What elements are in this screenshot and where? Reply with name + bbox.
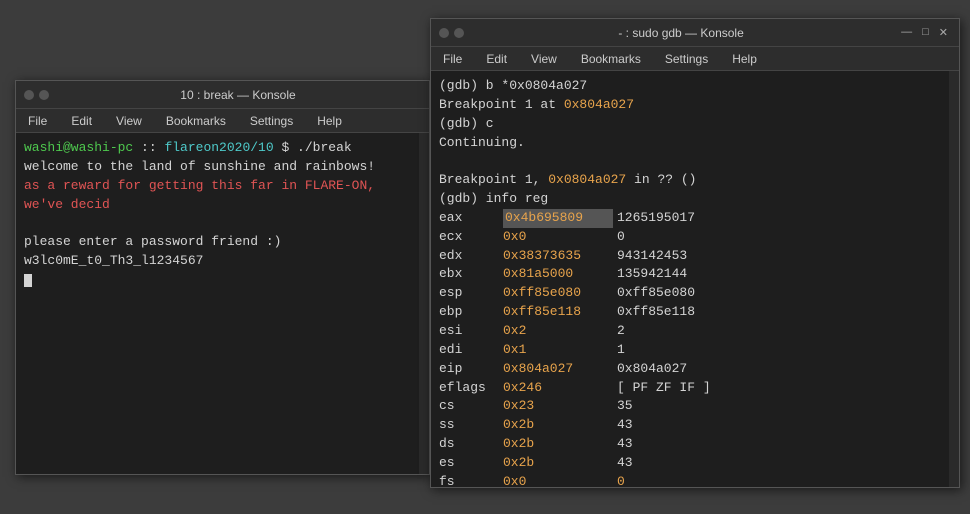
window-dots-2 [439, 28, 464, 38]
dot-2 [39, 90, 49, 100]
menu-edit-1[interactable]: Edit [67, 112, 96, 130]
minimize-btn[interactable]: — [898, 26, 915, 39]
titlebar-2: - : sudo gdb — Konsole — □ ✕ [431, 19, 959, 47]
terminal-line-reward: as a reward for getting this far in FLAR… [24, 177, 411, 215]
menu-view-1[interactable]: View [112, 112, 146, 130]
reg-edx: edx 0x38373635 943142453 [439, 247, 941, 266]
reg-esi: esi 0x2 2 [439, 322, 941, 341]
prompt-dir: flareon2020/10 [164, 140, 273, 155]
terminal-line-cursor [24, 271, 411, 290]
scrollbar-1[interactable] [419, 133, 429, 474]
password-text: please enter a password friend :) w3lc0m… [24, 234, 281, 268]
reg-eax: eax 0x4b695809 1265195017 [439, 209, 941, 228]
menu-help-2[interactable]: Help [728, 50, 761, 68]
menubar-1: File Edit View Bookmarks Settings Help [16, 109, 429, 133]
terminal-line-password: please enter a password friend :) w3lc0m… [24, 233, 411, 271]
prompt-user: washi@washi-pc [24, 140, 133, 155]
prompt-dollar: $ ./break [274, 140, 352, 155]
gdb-line-c: (gdb) c [439, 115, 941, 134]
reward-text: as a reward for getting this far in FLAR… [24, 178, 375, 212]
menu-help-1[interactable]: Help [313, 112, 346, 130]
menu-file-1[interactable]: File [24, 112, 51, 130]
reg-edi: edi 0x1 1 [439, 341, 941, 360]
menu-edit-2[interactable]: Edit [482, 50, 511, 68]
reg-ebx: ebx 0x81a5000 135942144 [439, 265, 941, 284]
terminal-body-2: (gdb) b *0x0804a027 Breakpoint 1 at 0x80… [431, 71, 949, 487]
prompt-sep: :: [133, 140, 164, 155]
terminal-line-blank1 [24, 214, 411, 233]
titlebar-btns-2: — □ ✕ [898, 26, 951, 39]
dot-3 [439, 28, 449, 38]
cursor-1 [24, 274, 32, 287]
gdb-line-continuing: Continuing. [439, 134, 941, 153]
menu-settings-2[interactable]: Settings [661, 50, 712, 68]
reg-ebp: ebp 0xff85e118 0xff85e118 [439, 303, 941, 322]
terminal-line-prompt: washi@washi-pc :: flareon2020/10 $ ./bre… [24, 139, 411, 158]
menu-settings-1[interactable]: Settings [246, 112, 297, 130]
menu-bookmarks-1[interactable]: Bookmarks [162, 112, 230, 130]
gdb-line-blank [439, 152, 941, 171]
reg-ds: ds 0x2b 43 [439, 435, 941, 454]
reg-ss: ss 0x2b 43 [439, 416, 941, 435]
welcome-text: welcome to the land of sunshine and rain… [24, 159, 375, 174]
dot-1 [24, 90, 34, 100]
reg-eflags: eflags 0x246 [ PF ZF IF ] [439, 379, 941, 398]
window-dots-1 [24, 90, 49, 100]
window-title-2: - : sudo gdb — Konsole [470, 26, 892, 40]
reg-esp: esp 0xff85e080 0xff85e080 [439, 284, 941, 303]
gdb-line-bp1: Breakpoint 1 at 0x804a027 [439, 96, 941, 115]
reg-ecx: ecx 0x0 0 [439, 228, 941, 247]
gdb-line-inforeg: (gdb) info reg [439, 190, 941, 209]
reg-cs: cs 0x23 35 [439, 397, 941, 416]
gdb-line-b: (gdb) b *0x0804a027 [439, 77, 941, 96]
maximize-btn[interactable]: □ [919, 26, 932, 39]
reg-es: es 0x2b 43 [439, 454, 941, 473]
menu-view-2[interactable]: View [527, 50, 561, 68]
close-btn[interactable]: ✕ [936, 26, 951, 39]
menubar-2: File Edit View Bookmarks Settings Help [431, 47, 959, 71]
terminal-body-1: washi@washi-pc :: flareon2020/10 $ ./bre… [16, 133, 419, 474]
window-gdb-konsole: - : sudo gdb — Konsole — □ ✕ File Edit V… [430, 18, 960, 488]
window-break-konsole: 10 : break — Konsole File Edit View Book… [15, 80, 430, 475]
menu-file-2[interactable]: File [439, 50, 466, 68]
menu-bookmarks-2[interactable]: Bookmarks [577, 50, 645, 68]
window-title-1: 10 : break — Konsole [55, 88, 421, 102]
reg-fs: fs 0x0 0 [439, 473, 941, 487]
terminal-line-welcome: welcome to the land of sunshine and rain… [24, 158, 411, 177]
dot-4 [454, 28, 464, 38]
reg-eip: eip 0x804a027 0x804a027 [439, 360, 941, 379]
gdb-line-bp2: Breakpoint 1, 0x0804a027 in ?? () [439, 171, 941, 190]
scrollbar-2[interactable] [949, 71, 959, 487]
titlebar-1: 10 : break — Konsole [16, 81, 429, 109]
